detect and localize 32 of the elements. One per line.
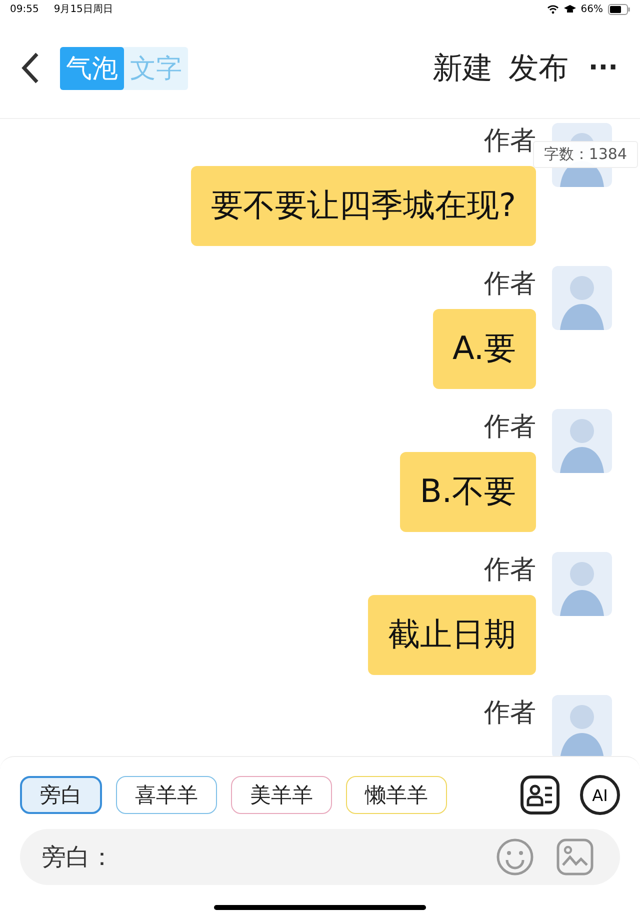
wifi-icon bbox=[546, 4, 559, 14]
image-icon[interactable] bbox=[556, 838, 594, 876]
author-name: 作者 bbox=[484, 697, 536, 730]
graduation-cap-icon bbox=[564, 4, 576, 14]
battery-percent: 66% bbox=[580, 4, 603, 14]
character-chip[interactable]: 喜羊羊 bbox=[116, 776, 217, 814]
input-bar[interactable]: 旁白： bbox=[20, 829, 620, 885]
avatar-icon bbox=[552, 552, 612, 616]
header-action[interactable]: 新建 bbox=[428, 48, 496, 88]
character-chip[interactable]: 美羊羊 bbox=[231, 776, 332, 814]
contact-card-icon[interactable] bbox=[520, 775, 560, 815]
status-date: 9月15日周日 bbox=[54, 3, 113, 16]
avatar-icon bbox=[552, 409, 612, 473]
smiley-icon[interactable] bbox=[496, 838, 534, 876]
header-action[interactable]: 发布 bbox=[504, 48, 572, 88]
ai-button[interactable]: AI bbox=[580, 775, 620, 815]
status-time: 09:55 bbox=[10, 4, 39, 14]
author-name: 作者 bbox=[484, 268, 536, 301]
message-bubble[interactable]: 截止日期 bbox=[368, 595, 536, 675]
character-chip[interactable]: 懒羊羊 bbox=[346, 776, 447, 814]
avatar-icon bbox=[552, 266, 612, 330]
message-bubble[interactable]: B.不要 bbox=[400, 452, 536, 532]
more-button[interactable]: ··· bbox=[588, 53, 618, 83]
message-bubble[interactable]: A.要 bbox=[432, 309, 536, 389]
input-field[interactable]: 旁白： bbox=[40, 842, 474, 872]
author-name: 作者 bbox=[484, 411, 536, 444]
author-name: 作者 bbox=[484, 554, 536, 587]
word-count: 字数：1384 bbox=[532, 141, 638, 168]
character-chip[interactable]: 旁白 bbox=[20, 776, 102, 814]
battery-icon bbox=[608, 4, 630, 14]
back-icon[interactable] bbox=[20, 52, 40, 84]
message-bubble[interactable]: 要不要让四季城在现? bbox=[191, 166, 536, 246]
